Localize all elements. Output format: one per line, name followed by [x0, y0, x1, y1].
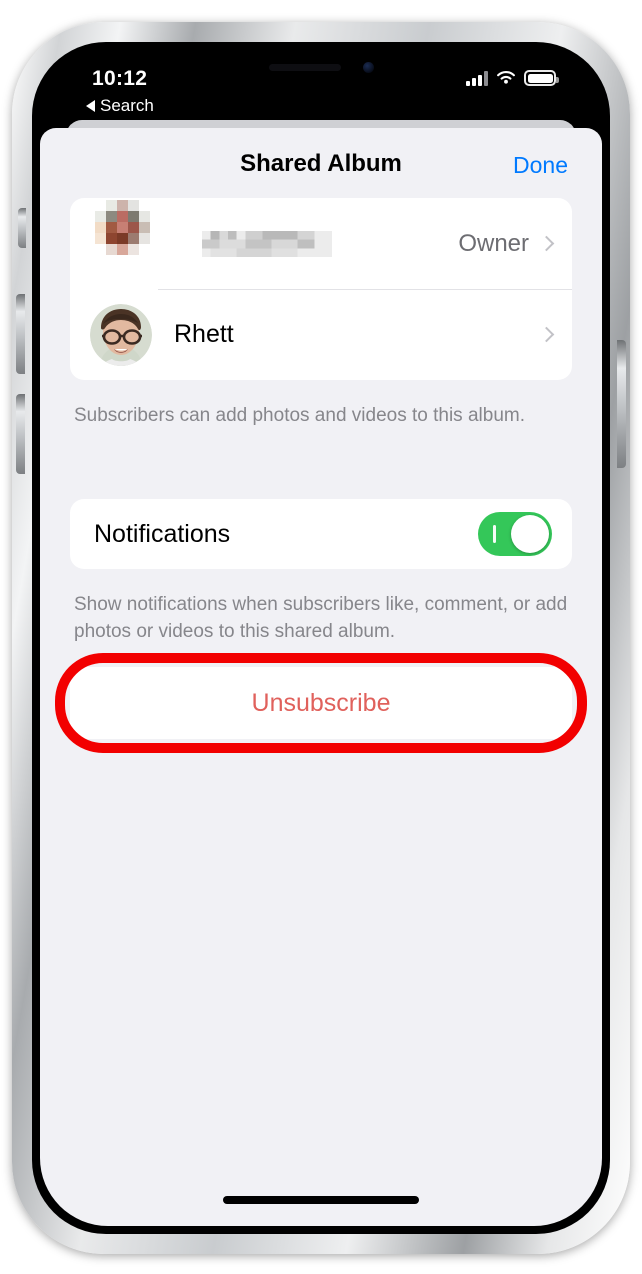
- power-button[interactable]: [617, 340, 626, 468]
- unsubscribe-section: Unsubscribe: [40, 653, 602, 753]
- notifications-row[interactable]: Notifications: [70, 499, 572, 569]
- mute-switch[interactable]: [18, 208, 26, 248]
- front-camera-icon: [362, 61, 374, 73]
- owner-name-redacted: [192, 230, 342, 257]
- status-bar-indicators: [466, 70, 559, 86]
- notifications-toggle[interactable]: [478, 512, 552, 556]
- subscriber-row-trailing: [538, 326, 555, 343]
- wifi-icon: [497, 71, 515, 84]
- back-to-search-label: Search: [100, 96, 154, 115]
- avatar-redacted: [84, 199, 172, 288]
- table-row-owner[interactable]: Owner: [70, 198, 572, 289]
- toggle-knob: [511, 515, 549, 553]
- speaker-grille-icon: [268, 63, 341, 71]
- sheet-header: Shared Album Done: [40, 128, 602, 198]
- back-caret-icon: [86, 100, 95, 112]
- table-row-subscriber[interactable]: Rhett: [70, 289, 572, 380]
- volume-down-button[interactable]: [16, 394, 25, 474]
- battery-full-icon: [524, 70, 559, 86]
- notifications-label: Notifications: [94, 519, 231, 548]
- signal-bars-icon: [466, 70, 488, 86]
- shared-album-sheet: Shared Album Done Owner Rhett Subscriber…: [40, 128, 602, 1226]
- done-button[interactable]: Done: [513, 152, 568, 179]
- chevron-right-icon: [538, 326, 555, 343]
- notifications-card: Notifications: [70, 499, 572, 569]
- subscriber-name-label: Rhett: [174, 320, 234, 348]
- owner-row-trailing: Owner: [458, 229, 555, 258]
- home-indicator[interactable]: [223, 1196, 419, 1204]
- subscribers-footnote: Subscribers can add photos and videos to…: [74, 405, 525, 426]
- back-to-search-link[interactable]: Search: [86, 96, 154, 116]
- owner-role-label: Owner: [458, 229, 529, 257]
- toggle-on-mark-icon: [493, 525, 496, 543]
- volume-up-button[interactable]: [16, 294, 25, 374]
- status-bar-clock: 10:12: [92, 67, 148, 90]
- people-card: Owner Rhett: [70, 198, 572, 380]
- avatar: [90, 303, 152, 366]
- phone-bezel: 10:12 Search Shared Album Done Owner Rhe…: [32, 42, 610, 1234]
- unsubscribe-button[interactable]: Unsubscribe: [70, 667, 572, 739]
- notifications-footnote: Show notifications when subscribers like…: [74, 594, 568, 642]
- notch: [213, 50, 429, 84]
- phone-frame: 10:12 Search Shared Album Done Owner Rhe…: [12, 22, 630, 1254]
- chevron-right-icon: [538, 235, 555, 252]
- phone-screen: 10:12 Search Shared Album Done Owner Rhe…: [40, 50, 602, 1226]
